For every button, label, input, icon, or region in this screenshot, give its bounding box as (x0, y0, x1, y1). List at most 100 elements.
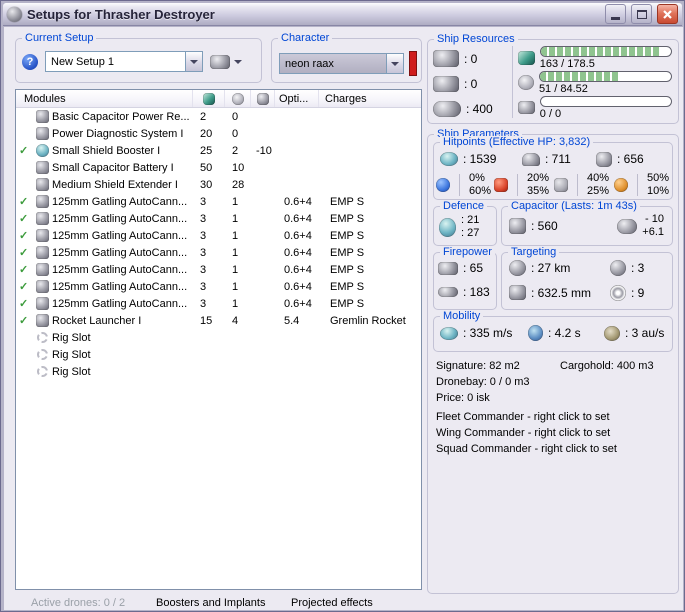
fleet-commander-setter[interactable]: Fleet Commander - right click to set (436, 411, 610, 423)
volley-icon (438, 287, 458, 297)
kinetic-armor-resist: 25% (587, 185, 610, 197)
launcher-hardpoints-value: : 0 (464, 76, 478, 91)
table-row[interactable]: Small Capacitor Battery I 50 10 (16, 159, 421, 176)
modules-list[interactable]: Modules Opti... Charges Basic Capacitor … (15, 89, 422, 590)
table-row[interactable]: ✓ Rocket Launcher I 15 4 5.4 Gremlin Roc… (16, 312, 421, 329)
column-optimal[interactable]: Opti... (274, 90, 318, 107)
setup-tools-button[interactable] (210, 54, 242, 69)
column-powergrid[interactable] (224, 90, 250, 107)
turret-module-icon (33, 263, 52, 276)
squad-commander-setter[interactable]: Squad Commander - right click to set (436, 443, 617, 455)
fitted-check: ✓ (19, 264, 29, 276)
module-cpu: 3 (200, 263, 207, 276)
module-name: 125mm Gatling AutoCann... (52, 212, 188, 225)
mobility-group: Mobility : 335 m/s : 4.2 s : 3 au/s (433, 310, 673, 352)
title-bar[interactable]: Setups for Thrasher Destroyer (3, 3, 682, 26)
module-pg: 1 (232, 263, 239, 276)
armor-hp-icon (522, 152, 540, 166)
projected-effects-expander[interactable]: Projected effects (291, 597, 373, 609)
module-icon (33, 110, 52, 123)
table-row[interactable]: ✓ 125mm Gatling AutoCann... 3 1 0.6+4 EM… (16, 227, 421, 244)
capacitor-icon (256, 92, 269, 105)
table-row[interactable]: Rig Slot (16, 329, 421, 346)
rig-resource-icon (518, 101, 535, 114)
column-capacitor[interactable] (250, 90, 274, 107)
signature-stat: Signature: 82 m2 (436, 360, 520, 372)
module-cpu: 15 (200, 314, 213, 327)
hitpoints-label: Hitpoints (Effective HP: 3,832) (440, 136, 594, 148)
table-row[interactable]: Power Diagnostic System I 20 0 (16, 125, 421, 142)
help-icon[interactable]: ? (22, 53, 38, 70)
module-charges: EMP S (330, 195, 365, 208)
table-row[interactable]: ✓ 125mm Gatling AutoCann... 3 1 0.6+4 EM… (16, 193, 421, 210)
minimize-button[interactable] (605, 4, 626, 24)
wing-commander-setter[interactable]: Wing Commander - right click to set (436, 427, 610, 439)
module-pg: 4 (232, 314, 239, 327)
module-name: Rocket Launcher I (52, 314, 142, 327)
table-row[interactable]: ✓ Small Shield Booster I 25 2 -10 (16, 142, 421, 159)
rig-bar (539, 95, 672, 107)
module-pg: 2 (232, 144, 239, 157)
module-cpu: 3 (200, 229, 207, 242)
max-velocity-value: : 335 m/s (463, 326, 513, 340)
table-row[interactable]: Medium Shield Extender I 30 28 (16, 176, 421, 193)
character-select-dropdown-button[interactable] (386, 54, 403, 73)
boosters-implants-expander[interactable]: Boosters and Implants (156, 597, 265, 609)
warp-speed-value: : 3 au/s (625, 326, 665, 340)
module-charges: EMP S (330, 229, 365, 242)
module-icon (33, 144, 52, 157)
maximize-button[interactable] (631, 4, 652, 24)
setup-select-value: New Setup 1 (51, 55, 114, 68)
max-velocity-icon (440, 326, 458, 340)
fitted-check: ✓ (19, 315, 29, 327)
module-charges: Gremlin Rocket (330, 314, 406, 327)
character-group: Character neon raax (271, 32, 422, 83)
modules-list-header[interactable]: Modules Opti... Charges (16, 90, 421, 108)
column-charges[interactable]: Charges (318, 90, 421, 107)
table-row[interactable]: ✓ 125mm Gatling AutoCann... 3 1 0.6+4 EM… (16, 261, 421, 278)
fitted-check: ✓ (19, 230, 29, 242)
module-cpu: 30 (200, 178, 213, 191)
table-row[interactable]: Rig Slot (16, 346, 421, 363)
calibration-icon (433, 100, 461, 117)
ship-resources-group: Ship Resources : 0 : 0 : 400 163 / 178.5… (427, 33, 679, 124)
agility-icon (528, 325, 543, 341)
armor-hp-value: : 711 (545, 152, 571, 166)
column-cpu[interactable] (192, 90, 224, 107)
module-charges: EMP S (330, 280, 365, 293)
help-glyph: ? (26, 55, 34, 68)
powergrid-icon (231, 92, 244, 105)
setup-select[interactable]: New Setup 1 (45, 51, 203, 72)
table-row[interactable]: Rig Slot (16, 363, 421, 380)
explosive-armor-resist: 10% (647, 185, 670, 197)
turret-module-icon (33, 280, 52, 293)
module-pg: 1 (232, 246, 239, 259)
cargohold-stat: Cargohold: 400 m3 (560, 360, 654, 372)
fitted-check: ✓ (19, 196, 29, 208)
module-cpu: 3 (200, 280, 207, 293)
column-modules[interactable]: Modules (16, 90, 192, 107)
table-row[interactable]: Basic Capacitor Power Re... 2 0 (16, 108, 421, 125)
close-button[interactable] (657, 4, 678, 24)
calibration-value: : 400 (466, 101, 493, 116)
table-row[interactable]: ✓ 125mm Gatling AutoCann... 3 1 0.6+4 EM… (16, 244, 421, 261)
close-icon (663, 9, 672, 19)
powergrid-usage-text: 51 / 84.52 (538, 82, 588, 95)
em-armor-resist: 60% (469, 185, 492, 197)
client-area: Current Setup ? New Setup 1 Character ne… (4, 27, 683, 610)
defence-bottom-value: : 27 (461, 227, 480, 239)
table-row[interactable]: ✓ 125mm Gatling AutoCann... 3 1 0.6+4 EM… (16, 210, 421, 227)
table-row[interactable]: ✓ 125mm Gatling AutoCann... 3 1 0.6+4 EM… (16, 295, 421, 312)
setup-select-dropdown-button[interactable] (185, 52, 202, 71)
max-targets-icon (610, 260, 626, 276)
em-shield-resist: 0% (469, 172, 485, 184)
module-cpu: 50 (200, 161, 213, 174)
module-icon (33, 161, 52, 174)
character-select[interactable]: neon raax (279, 53, 404, 74)
em-resist-icon (436, 178, 450, 192)
defence-shield-icon (439, 217, 456, 237)
module-charges: EMP S (330, 297, 365, 310)
table-row[interactable]: ✓ 125mm Gatling AutoCann... 3 1 0.6+4 EM… (16, 278, 421, 295)
character-label: Character (278, 32, 333, 44)
module-cpu: 25 (200, 144, 213, 157)
